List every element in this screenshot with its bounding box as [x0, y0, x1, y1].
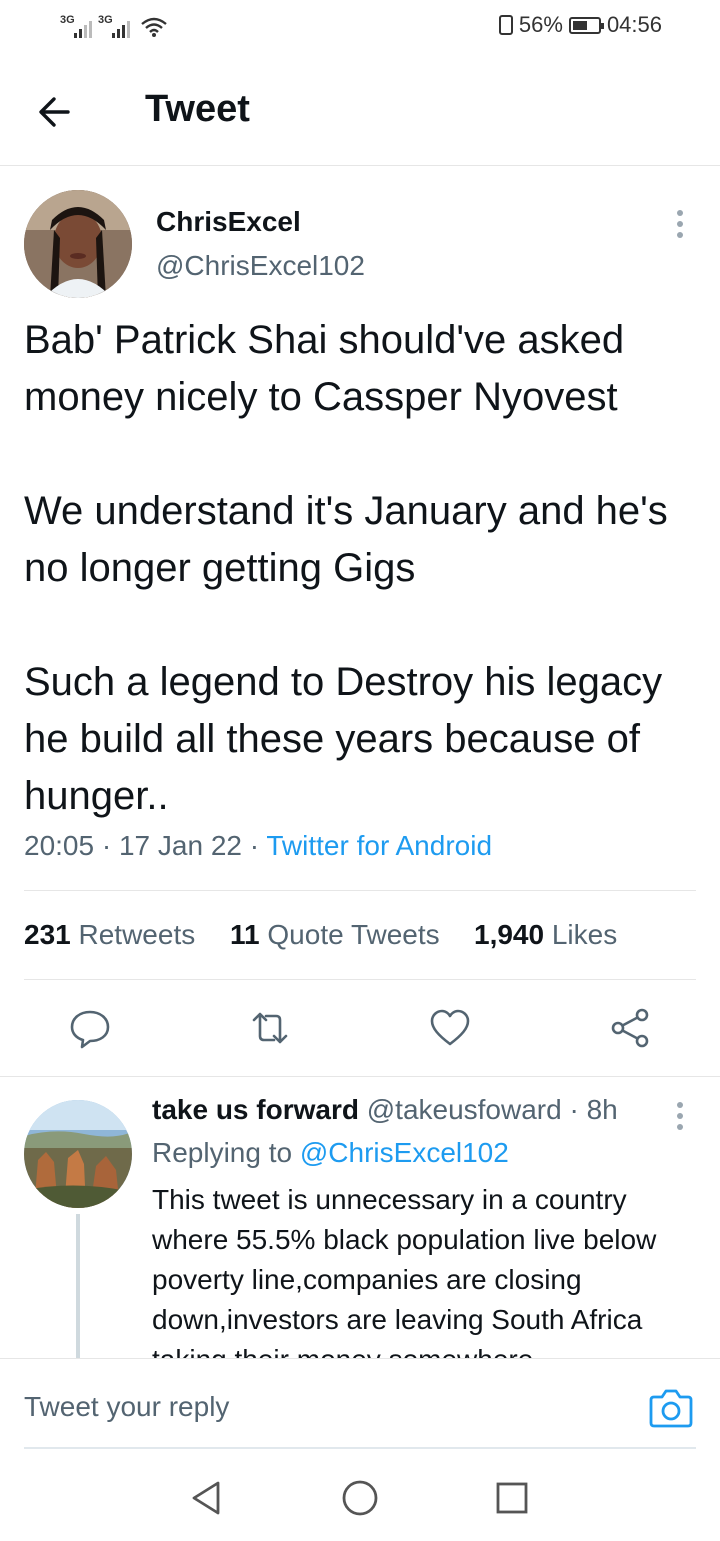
- system-nav-bar: [0, 1452, 720, 1541]
- nav-home-icon[interactable]: [340, 1478, 380, 1518]
- battery-icon: [568, 16, 604, 34]
- reply-header: take us forward @takeusfoward · 8h: [152, 1094, 618, 1126]
- engagement-stats: 231 Retweets 11 Quote Tweets 1,940 Likes: [24, 890, 696, 980]
- status-bar: 3G 3G 56% 04:56: [0, 0, 720, 56]
- retweets-count: 231: [24, 919, 71, 950]
- tweet-source-link[interactable]: Twitter for Android: [266, 830, 492, 861]
- tweet-paragraph: Bab' Patrick Shai should've asked money …: [24, 318, 625, 419]
- quote-tweets-stat[interactable]: 11 Quote Tweets: [230, 919, 440, 951]
- tweet-paragraph: Such a legend to Destroy his legacy he b…: [24, 660, 663, 818]
- replying-to: Replying to @ChrisExcel102: [152, 1137, 509, 1169]
- nav-recents-icon[interactable]: [492, 1478, 532, 1518]
- reply-more-options-icon[interactable]: [672, 1098, 688, 1134]
- divider: [0, 1076, 720, 1077]
- author-name[interactable]: ChrisExcel: [156, 206, 301, 238]
- reply-age: 8h: [586, 1094, 618, 1125]
- composer-underline: [24, 1447, 696, 1449]
- status-time: 04:56: [606, 12, 662, 37]
- tweet-text: Bab' Patrick Shai should've asked money …: [24, 312, 704, 825]
- separator: ·: [249, 830, 267, 861]
- page-title: Tweet: [145, 88, 250, 130]
- wifi-icon: [141, 17, 167, 37]
- separator: ·: [569, 1094, 579, 1125]
- reply-composer: Tweet your reply: [0, 1358, 720, 1450]
- status-right: 56% 04:56: [498, 12, 662, 38]
- author-handle[interactable]: @ChrisExcel102: [156, 250, 365, 282]
- reply-icon[interactable]: [68, 1006, 112, 1050]
- likes-stat[interactable]: 1,940 Likes: [474, 919, 617, 951]
- more-options-icon[interactable]: [672, 206, 688, 242]
- retweets-stat[interactable]: 231 Retweets: [24, 919, 195, 951]
- quotes-label: Quote Tweets: [267, 919, 440, 950]
- retweets-label: Retweets: [78, 919, 196, 950]
- tweet-date: 17 Jan 22: [118, 830, 242, 861]
- sim1-network-type: 3G: [60, 14, 75, 26]
- author-avatar[interactable]: [24, 190, 132, 298]
- likes-count: 1,940: [474, 919, 545, 950]
- share-icon[interactable]: [608, 1006, 652, 1050]
- paragraph-spacer: [24, 597, 704, 654]
- tweet-meta: 20:05 · 17 Jan 22 · Twitter for Android: [24, 830, 492, 862]
- battery-percent: 56%: [518, 12, 563, 37]
- back-arrow-icon[interactable]: [34, 90, 78, 134]
- reply-author-handle[interactable]: @takeusfoward: [367, 1094, 562, 1125]
- vibrate-icon: [498, 15, 513, 35]
- like-icon[interactable]: [428, 1006, 472, 1050]
- nav-back-icon[interactable]: [186, 1478, 226, 1518]
- sim2-network-type: 3G: [98, 14, 113, 26]
- separator: ·: [101, 830, 119, 861]
- paragraph-spacer: [24, 426, 704, 483]
- thread-connector: [76, 1214, 80, 1360]
- top-app-bar: Tweet: [0, 60, 720, 166]
- replying-to-handle[interactable]: @ChrisExcel102: [300, 1137, 509, 1168]
- replying-label: Replying to: [152, 1137, 293, 1168]
- reply-author-avatar[interactable]: [24, 1100, 132, 1208]
- reply-text: This tweet is unnecessary in a country w…: [152, 1184, 657, 1358]
- retweet-icon[interactable]: [248, 1006, 292, 1050]
- likes-label: Likes: [551, 919, 618, 950]
- tweet-time: 20:05: [24, 830, 95, 861]
- quotes-count: 11: [230, 919, 260, 950]
- camera-icon[interactable]: [648, 1387, 694, 1429]
- reply-text-container: This tweet is unnecessary in a country w…: [152, 1180, 708, 1358]
- tweet-paragraph: We understand it's January and he's no l…: [24, 489, 668, 590]
- reply-author-name[interactable]: take us forward: [152, 1094, 359, 1125]
- reply-input[interactable]: Tweet your reply: [24, 1391, 229, 1423]
